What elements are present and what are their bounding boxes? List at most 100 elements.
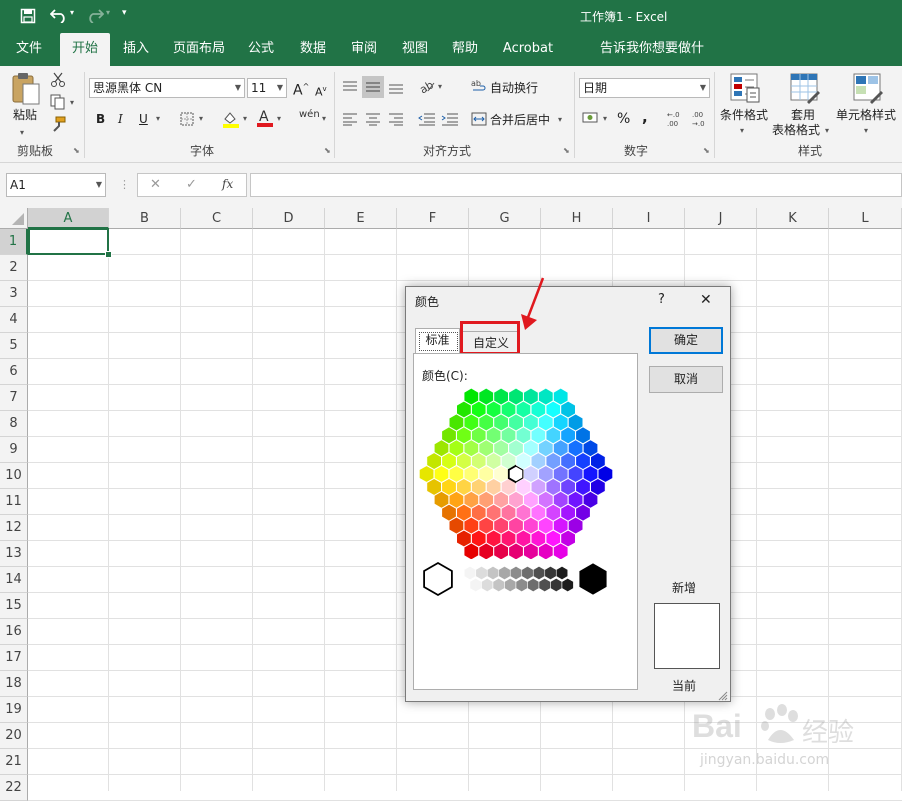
tab-insert[interactable]: 插入 [115, 33, 157, 66]
font-name-combo[interactable]: 思源黑体 CN ▼ [89, 78, 245, 98]
close-button[interactable]: ✕ [700, 292, 712, 308]
tab-file[interactable]: 文件 [5, 33, 53, 66]
black-hex[interactable] [578, 562, 608, 596]
column-header-f[interactable]: F [397, 208, 469, 229]
row-header-22[interactable]: 22 [0, 775, 28, 801]
tell-me-search[interactable]: 告诉我你想要做什么 [594, 33, 710, 87]
gray-hex-cell[interactable] [487, 566, 499, 580]
row-header-15[interactable]: 15 [0, 593, 28, 619]
insert-function-icon[interactable]: fx [222, 177, 233, 191]
align-middle-icon[interactable] [362, 76, 384, 98]
cell-styles-dropdown-icon[interactable]: ▾ [864, 122, 868, 140]
tab-view[interactable]: 视图 [394, 33, 436, 66]
help-button[interactable]: ? [658, 292, 665, 307]
format-painter-icon[interactable] [50, 116, 66, 135]
row-header-19[interactable]: 19 [0, 697, 28, 723]
cancel-button[interactable]: 取消 [649, 366, 723, 393]
row-header-18[interactable]: 18 [0, 671, 28, 697]
gray-hex-cell[interactable] [481, 578, 494, 592]
phonetic-button[interactable]: wén [299, 106, 320, 124]
bold-button[interactable]: B [96, 110, 105, 128]
border-dropdown-icon[interactable]: ▾ [199, 110, 203, 128]
column-header-a[interactable]: A [28, 208, 109, 229]
gray-hex-cell[interactable] [475, 566, 488, 580]
gray-hex-cell[interactable] [538, 578, 551, 592]
tab-formulas[interactable]: 公式 [240, 33, 282, 66]
row-header-10[interactable]: 10 [0, 463, 28, 489]
gray-hex-cell[interactable] [556, 566, 568, 580]
font-size-combo[interactable]: 11 ▼ [247, 78, 287, 98]
row-header-9[interactable]: 9 [0, 437, 28, 463]
decrease-indent-icon[interactable] [418, 112, 436, 129]
cell-styles-icon[interactable] [852, 72, 884, 107]
column-header-h[interactable]: H [541, 208, 613, 229]
more-options-icon[interactable]: ⋮ [119, 178, 130, 191]
column-header-b[interactable]: B [109, 208, 181, 229]
fill-color-icon[interactable] [222, 110, 240, 131]
italic-button[interactable]: I [118, 110, 123, 128]
border-icon[interactable] [180, 112, 194, 129]
number-launcher-icon[interactable]: ⬊ [703, 146, 710, 155]
orientation-icon[interactable]: ab [417, 78, 436, 97]
column-header-k[interactable]: K [757, 208, 829, 229]
row-header-12[interactable]: 12 [0, 515, 28, 541]
cancel-icon[interactable]: ✕ [150, 177, 161, 192]
table-format-dropdown-icon[interactable]: ▾ [825, 122, 829, 140]
undo-icon[interactable] [49, 7, 68, 26]
row-header-11[interactable]: 11 [0, 489, 28, 515]
comma-button[interactable]: , [642, 108, 648, 126]
tab-help[interactable]: 帮助 [444, 33, 486, 66]
grow-font-button[interactable]: A^ [293, 78, 309, 100]
copy-icon[interactable] [50, 94, 66, 113]
accounting-dropdown-icon[interactable]: ▾ [603, 110, 607, 128]
font-color-dropdown-icon[interactable]: ▾ [277, 110, 281, 128]
row-header-21[interactable]: 21 [0, 749, 28, 775]
decrease-decimal-icon[interactable]: .00 →.0 [690, 110, 710, 131]
gray-hex-cell[interactable] [550, 578, 563, 592]
phonetic-dropdown-icon[interactable]: ▾ [322, 110, 326, 128]
enter-icon[interactable]: ✓ [186, 177, 197, 192]
fill-color-dropdown-icon[interactable]: ▾ [243, 110, 247, 128]
row-header-17[interactable]: 17 [0, 645, 28, 671]
column-header-j[interactable]: J [685, 208, 757, 229]
tab-page-layout[interactable]: 页面布局 [168, 33, 230, 66]
gray-hex-cell[interactable] [498, 566, 511, 580]
row-header-8[interactable]: 8 [0, 411, 28, 437]
orientation-dropdown-icon[interactable]: ▾ [438, 78, 442, 96]
name-box[interactable]: A1 ▼ [6, 173, 106, 197]
increase-decimal-icon[interactable]: ←.0.00 [665, 110, 685, 131]
gray-hex-cell[interactable] [504, 578, 517, 592]
redo-icon[interactable] [86, 7, 105, 26]
gray-hex-cell[interactable] [515, 578, 528, 592]
number-format-combo[interactable]: 日期 ▼ [579, 78, 710, 98]
conditional-dropdown-icon[interactable]: ▾ [740, 122, 744, 140]
row-header-6[interactable]: 6 [0, 359, 28, 385]
row-header-1[interactable]: 1 [0, 229, 28, 255]
gray-hex-cell[interactable] [544, 566, 557, 580]
row-header-14[interactable]: 14 [0, 567, 28, 593]
row-header-2[interactable]: 2 [0, 255, 28, 281]
customize-toolbar-icon[interactable]: ▾ [122, 8, 127, 18]
gray-hex-cell[interactable] [469, 578, 482, 592]
tab-acrobat[interactable]: Acrobat [498, 33, 558, 66]
table-format-icon[interactable] [789, 72, 821, 107]
underline-dropdown-icon[interactable]: ▾ [156, 110, 160, 128]
row-header-5[interactable]: 5 [0, 333, 28, 359]
merge-center-button[interactable]: 合并后居中 [490, 111, 550, 129]
paste-button[interactable]: 粘贴 [13, 106, 37, 124]
ok-button[interactable]: 确定 [649, 327, 723, 354]
font-color-icon[interactable]: A [256, 108, 274, 131]
tab-home[interactable]: 开始 [60, 33, 110, 66]
accounting-format-icon[interactable] [582, 110, 600, 129]
wrap-text-icon[interactable]: ab [471, 78, 487, 97]
column-header-i[interactable]: I [613, 208, 685, 229]
formula-input[interactable] [250, 173, 902, 197]
gray-hex-cell[interactable] [533, 566, 545, 580]
row-header-4[interactable]: 4 [0, 307, 28, 333]
wrap-text-button[interactable]: 自动换行 [490, 79, 538, 97]
column-header-l[interactable]: L [829, 208, 902, 229]
tab-standard[interactable]: 标准 [415, 328, 460, 353]
column-header-c[interactable]: C [181, 208, 253, 229]
select-all-corner[interactable] [0, 208, 28, 229]
table-format-button[interactable]: 表格格式 [772, 121, 820, 139]
